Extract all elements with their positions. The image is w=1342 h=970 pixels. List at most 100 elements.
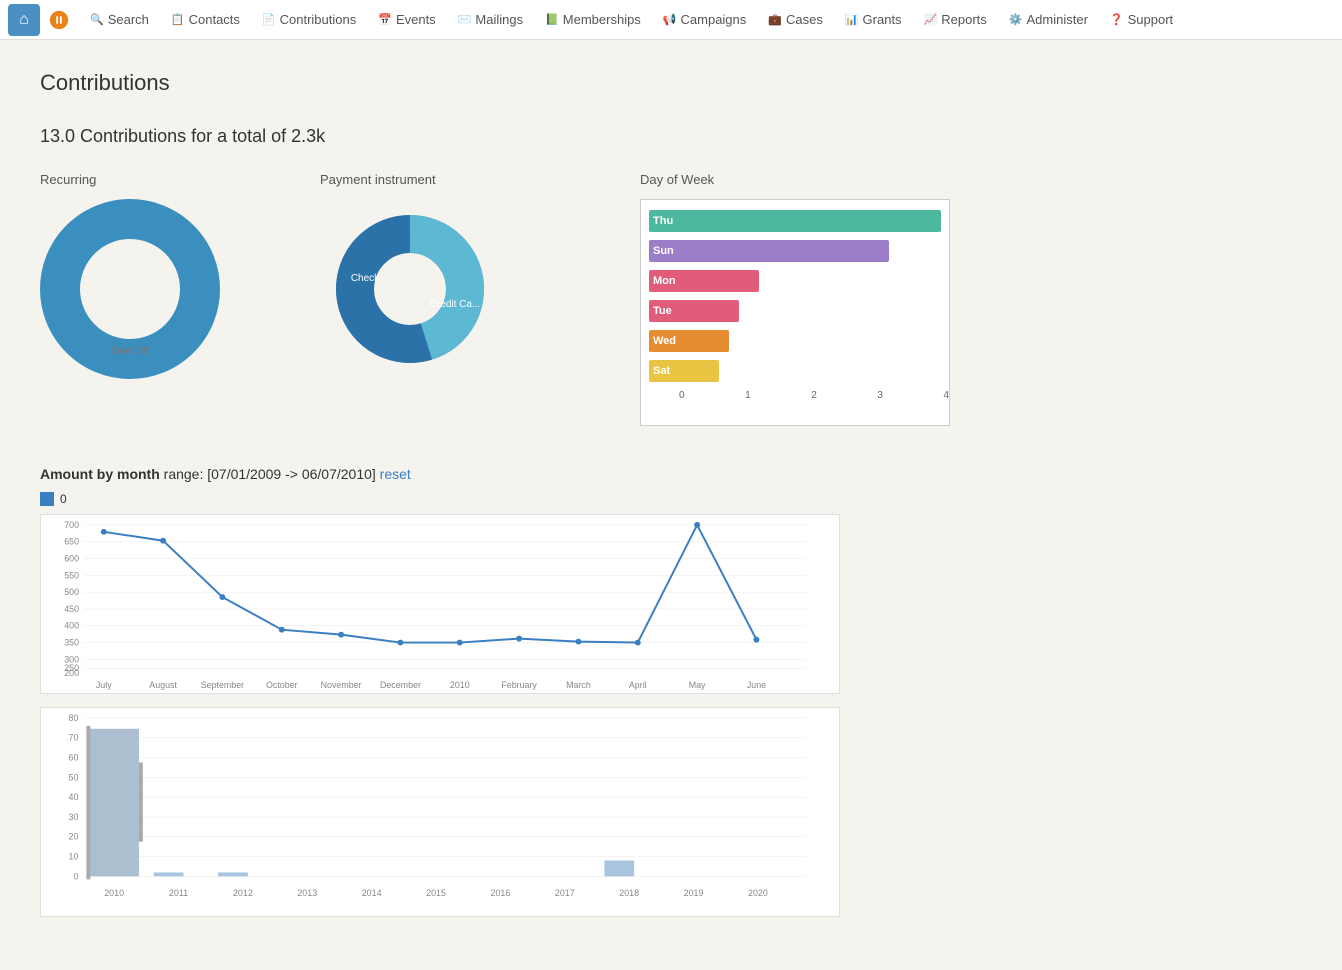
svg-text:500: 500 <box>64 587 79 597</box>
svg-text:2013: 2013 <box>297 888 317 898</box>
amount-title: Amount by month range: [07/01/2009 -> 06… <box>40 466 1302 482</box>
reports-icon: 📈 <box>924 13 938 26</box>
svg-text:December: December <box>380 680 421 690</box>
svg-text:350: 350 <box>64 638 79 648</box>
amount-range: range: [07/01/2009 -> 06/07/2010] <box>164 466 376 482</box>
nav-reports[interactable]: 📈Reports <box>914 6 997 33</box>
day-of-week-section: Day of Week Thu Sun Mon <box>640 172 950 426</box>
recurring-chart-section: Recurring One Off <box>40 172 220 379</box>
dow-label-sun: Sun <box>649 240 679 262</box>
svg-text:10: 10 <box>69 852 79 862</box>
nav-contributions[interactable]: 📄Contributions <box>252 6 366 33</box>
svg-text:70: 70 <box>69 733 79 743</box>
nav-support[interactable]: ❓Support <box>1100 6 1183 33</box>
dow-row-wed: Wed <box>649 328 941 354</box>
dow-row-sun: Sun <box>649 238 941 264</box>
amount-section: Amount by month range: [07/01/2009 -> 06… <box>40 466 1302 920</box>
reset-link[interactable]: reset <box>380 466 411 482</box>
svg-text:60: 60 <box>69 752 79 762</box>
svg-text:July: July <box>96 680 112 690</box>
dow-bar-wed <box>679 330 729 352</box>
nav-mailings[interactable]: ✉️Mailings <box>448 6 533 33</box>
svg-text:2010: 2010 <box>450 680 470 690</box>
mailings-icon: ✉️ <box>458 13 472 26</box>
svg-text:2020: 2020 <box>748 888 768 898</box>
svg-text:550: 550 <box>64 570 79 580</box>
svg-text:Credit Ca...: Credit Ca... <box>430 299 481 310</box>
recurring-donut: One Off <box>40 199 220 379</box>
svg-text:0: 0 <box>74 871 79 881</box>
legend-color-0 <box>40 492 54 506</box>
recurring-label: Recurring <box>40 172 96 187</box>
dow-row-sat: Sat <box>649 358 941 384</box>
dow-row-thu: Thu <box>649 208 941 234</box>
svg-text:2011: 2011 <box>169 888 188 898</box>
nav-administer[interactable]: ⚙️Administer <box>999 6 1098 33</box>
events-icon: 📅 <box>378 13 392 26</box>
dow-row-tue: Tue <box>649 298 941 324</box>
svg-text:50: 50 <box>69 772 79 782</box>
nav-events[interactable]: 📅Events <box>368 6 445 33</box>
dow-label-sat: Sat <box>649 360 679 382</box>
dow-bar-sun <box>679 240 889 262</box>
memberships-icon: 📗 <box>545 13 559 26</box>
bottom-bar-chart: 80 70 60 50 40 30 20 10 0 <box>40 707 1302 920</box>
legend-label-0: 0 <box>60 492 67 506</box>
page-content: Contributions 13.0 Contributions for a t… <box>0 40 1342 970</box>
svg-text:700: 700 <box>64 520 79 530</box>
payment-label: Payment instrument <box>320 172 436 187</box>
svg-text:2014: 2014 <box>362 888 382 898</box>
svg-text:650: 650 <box>64 537 79 547</box>
nav-contacts[interactable]: 📋Contacts <box>161 6 250 33</box>
payment-chart-section: Payment instrument Check Credit Ca... <box>320 172 500 379</box>
svg-text:2012: 2012 <box>233 888 253 898</box>
svg-text:40: 40 <box>69 792 79 802</box>
payment-donut: Check Credit Ca... <box>320 199 500 379</box>
svg-text:2015: 2015 <box>426 888 446 898</box>
contacts-icon: 📋 <box>171 13 185 26</box>
contributions-icon: 📄 <box>262 13 276 26</box>
administer-icon: ⚙️ <box>1009 13 1023 26</box>
dow-bars-container: Thu Sun Mon Tue <box>640 199 950 426</box>
navbar: ⌂ 🔍Search 📋Contacts 📄Contributions 📅Even… <box>0 0 1342 40</box>
amount-label: Amount by month <box>40 466 160 482</box>
dow-label-thu: Thu <box>649 210 679 232</box>
charts-row: Recurring One Off Payment instrument <box>40 172 1302 426</box>
svg-text:2016: 2016 <box>491 888 511 898</box>
search-nav-icon: 🔍 <box>90 13 104 26</box>
svg-text:April: April <box>629 680 647 690</box>
dow-bar-sat <box>679 360 719 382</box>
svg-text:400: 400 <box>64 621 79 631</box>
dow-label-wed: Wed <box>649 330 679 352</box>
chart-legend: 0 <box>40 492 1302 506</box>
svg-text:March: March <box>566 680 591 690</box>
logo <box>48 9 70 31</box>
line-chart: 700 650 600 550 500 450 400 350 300 250 <box>40 514 1302 697</box>
svg-text:August: August <box>149 680 177 690</box>
svg-text:600: 600 <box>64 553 79 563</box>
svg-text:September: September <box>201 680 244 690</box>
dow-bar-thu <box>679 210 941 232</box>
svg-text:2018: 2018 <box>619 888 639 898</box>
home-button[interactable]: ⌂ <box>8 4 40 36</box>
dow-title: Day of Week <box>640 172 950 187</box>
summary-title: 13.0 Contributions for a total of 2.3k <box>40 126 1302 147</box>
nav-menu: 🔍Search 📋Contacts 📄Contributions 📅Events… <box>80 6 1183 33</box>
campaigns-icon: 📢 <box>663 13 677 26</box>
svg-text:20: 20 <box>69 832 79 842</box>
svg-text:February: February <box>501 680 537 690</box>
nav-campaigns[interactable]: 📢Campaigns <box>653 6 756 33</box>
svg-text:2010: 2010 <box>104 888 124 898</box>
bar-2010-overlay <box>89 729 139 877</box>
dow-row-mon: Mon <box>649 268 941 294</box>
dow-axis: 0 1 2 3 4 <box>649 390 949 401</box>
dow-bar-tue <box>679 300 739 322</box>
dow-bar-mon <box>679 270 759 292</box>
nav-cases[interactable]: 💼Cases <box>758 6 833 33</box>
svg-text:80: 80 <box>69 713 79 723</box>
nav-grants[interactable]: 📊Grants <box>835 6 912 33</box>
svg-text:2019: 2019 <box>684 888 704 898</box>
nav-search[interactable]: 🔍Search <box>80 6 159 33</box>
support-icon: ❓ <box>1110 13 1124 26</box>
nav-memberships[interactable]: 📗Memberships <box>535 6 651 33</box>
